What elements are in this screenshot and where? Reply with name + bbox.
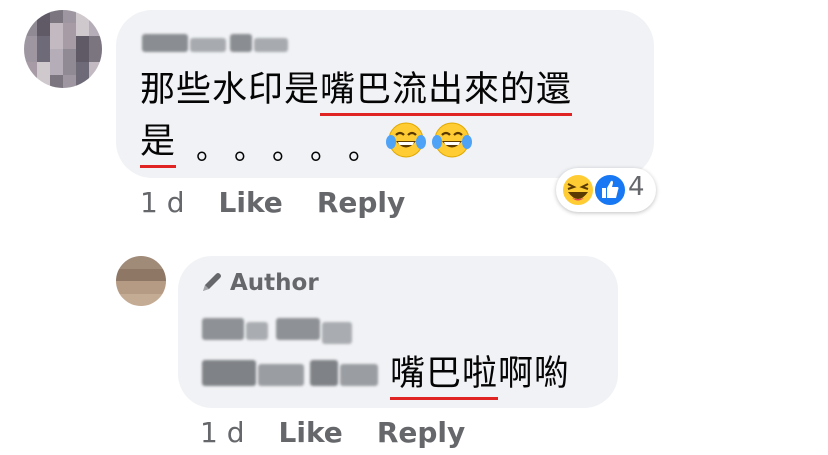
- avatar-pixel: [128, 256, 141, 269]
- avatar-pixel: [89, 49, 102, 62]
- avatar-pixel: [116, 293, 129, 306]
- avatar-pixel: [153, 281, 166, 294]
- avatar-pixel: [141, 281, 154, 294]
- tears-of-joy-icon: [386, 122, 426, 158]
- avatar-pixel: [116, 256, 129, 269]
- reply-text-underlined: 嘴巴啦: [390, 354, 499, 394]
- dot: 。: [348, 132, 378, 167]
- comment-text-line-2: 是: [140, 114, 176, 170]
- avatar-pixel: [141, 293, 154, 306]
- avatar-pixel: [50, 75, 63, 88]
- comment-actions: 1 d Like Reply: [140, 186, 405, 219]
- avatar-pixel: [24, 75, 37, 88]
- avatar-pixel: [24, 36, 37, 49]
- avatar-pixel: [24, 62, 37, 75]
- avatar-pixel: [128, 293, 141, 306]
- reply-author-avatar[interactable]: [116, 256, 166, 306]
- avatar-pixel: [63, 62, 76, 75]
- comment-dots: 。。。。。: [192, 124, 382, 168]
- tears-of-joy-icon: [432, 122, 472, 158]
- avatar-pixel: [116, 268, 129, 281]
- avatar-pixel: [76, 75, 89, 88]
- avatar-pixel: [37, 49, 50, 62]
- avatar-pixel: [153, 268, 166, 281]
- avatar-pixel: [89, 75, 102, 88]
- reply-text-plain: 啊喲: [498, 354, 571, 394]
- laughing-reaction-icon: [561, 173, 595, 207]
- avatar-pixel: [76, 49, 89, 62]
- avatar-pixel: [128, 268, 141, 281]
- avatar-pixel: [50, 36, 63, 49]
- author-badge: Author: [200, 270, 319, 296]
- avatar-pixel: [76, 62, 89, 75]
- avatar-pixel: [50, 62, 63, 75]
- avatar-pixel: [153, 256, 166, 269]
- comment-text-line-1: 那些水印是嘴巴流出來的還: [140, 62, 572, 118]
- avatar-pixel: [63, 36, 76, 49]
- like-button[interactable]: Like: [219, 186, 283, 219]
- dot: 。: [234, 132, 264, 167]
- reply-like-button[interactable]: Like: [279, 416, 343, 449]
- avatar-pixel: [141, 256, 154, 269]
- avatar-pixel: [37, 10, 50, 23]
- avatar-pixel: [63, 23, 76, 36]
- pencil-icon: [203, 273, 221, 291]
- reply-actions: 1 d Like Reply: [200, 416, 465, 449]
- reaction-count: 4: [628, 172, 645, 202]
- avatar-pixel: [24, 49, 37, 62]
- avatar-pixel: [89, 36, 102, 49]
- avatar-pixel: [89, 23, 102, 36]
- dot: 。: [272, 132, 302, 167]
- avatar-pixel: [24, 23, 37, 36]
- avatar-pixel: [50, 49, 63, 62]
- avatar-pixel: [76, 23, 89, 36]
- avatar-pixel: [76, 10, 89, 23]
- dot: 。: [310, 132, 340, 167]
- avatar-pixel: [89, 10, 102, 23]
- comment-text-underlined-2: 是: [140, 122, 177, 162]
- avatar-pixel: [50, 23, 63, 36]
- avatar-pixel: [76, 36, 89, 49]
- avatar-pixel: [37, 23, 50, 36]
- author-badge-label: Author: [230, 270, 319, 296]
- avatar-pixel: [63, 75, 76, 88]
- avatar-pixel: [37, 62, 50, 75]
- avatar-pixel: [116, 281, 129, 294]
- comment-text-underlined: 嘴巴流出來的還: [320, 70, 573, 110]
- reply-text: 嘴巴啦啊喲: [390, 346, 570, 402]
- dot: 。: [196, 132, 226, 167]
- avatar-pixel: [37, 75, 50, 88]
- comment-text-plain: 那些水印是: [140, 70, 321, 110]
- reply-button[interactable]: Reply: [317, 186, 405, 219]
- avatar-pixel: [50, 10, 63, 23]
- comment-time[interactable]: 1 d: [140, 186, 185, 219]
- avatar-pixel: [24, 10, 37, 23]
- avatar-pixel: [153, 293, 166, 306]
- reply-time[interactable]: 1 d: [200, 416, 245, 449]
- avatar-pixel: [37, 36, 50, 49]
- commenter-avatar[interactable]: [24, 10, 102, 88]
- avatar-pixel: [89, 62, 102, 75]
- avatar-pixel: [128, 281, 141, 294]
- avatar-pixel: [141, 268, 154, 281]
- avatar-pixel: [63, 49, 76, 62]
- like-reaction-icon: [593, 173, 627, 207]
- avatar-pixel: [63, 10, 76, 23]
- reply-reply-button[interactable]: Reply: [377, 416, 465, 449]
